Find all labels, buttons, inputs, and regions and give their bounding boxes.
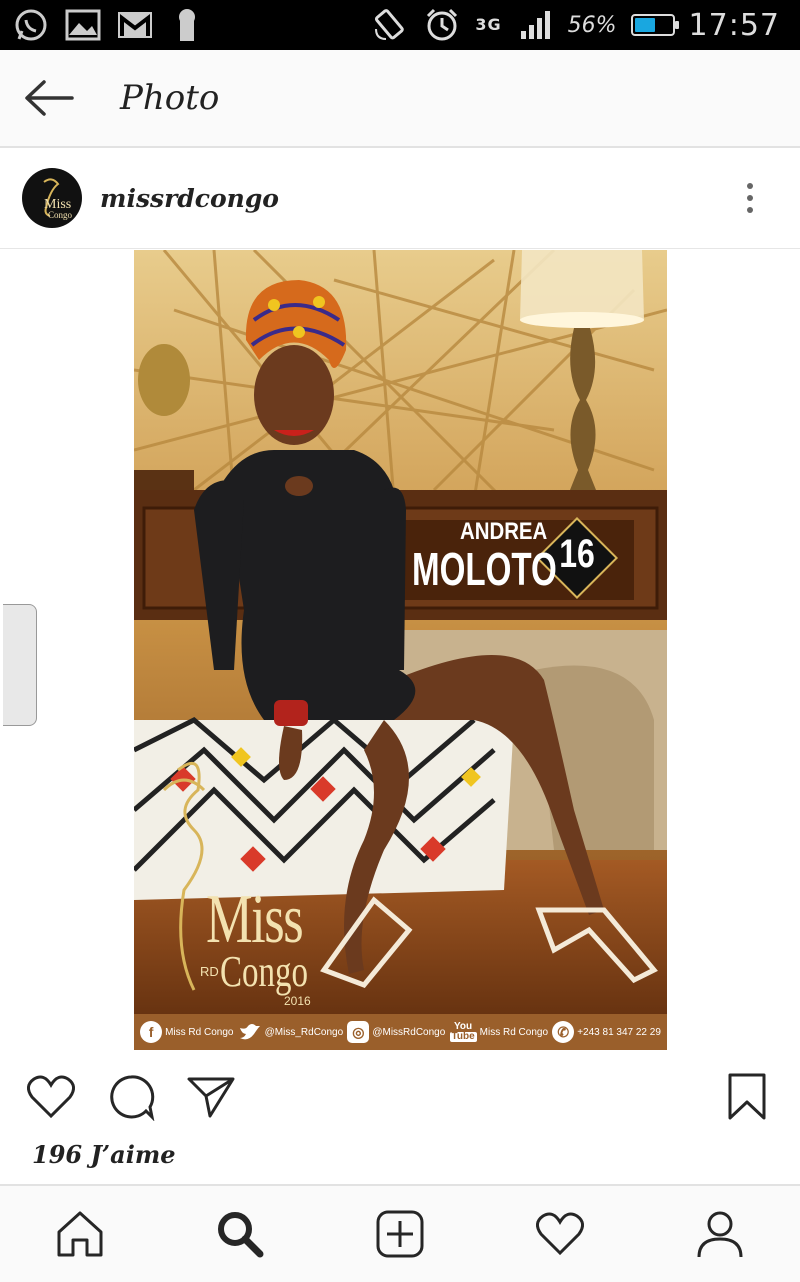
nav-home[interactable] — [40, 1194, 120, 1274]
comment-icon — [110, 1075, 155, 1121]
home-icon — [57, 1211, 103, 1257]
rotate-icon — [371, 6, 409, 44]
twitter-icon — [239, 1024, 260, 1040]
back-arrow-icon — [25, 80, 74, 116]
instagram-icon: ◎ — [347, 1021, 370, 1043]
whatsapp-icon — [12, 6, 50, 44]
like-button[interactable] — [26, 1072, 76, 1122]
search-icon — [218, 1212, 264, 1258]
more-vertical-icon — [747, 183, 753, 189]
social-youtube: You Tube Miss Rd Congo — [449, 1021, 549, 1042]
more-options-button[interactable] — [730, 178, 770, 218]
back-button[interactable] — [0, 50, 96, 146]
profile-icon — [697, 1211, 743, 1258]
miss-rd-congo-logo: Miss RD Congo 2016 — [148, 760, 348, 1010]
battery-percent: 56% — [567, 12, 617, 38]
facebook-icon: f — [140, 1021, 163, 1043]
youtube-icon: You Tube — [449, 1021, 477, 1042]
app-header: Photo — [0, 50, 800, 148]
brand-congo: Congo — [220, 947, 309, 996]
post-header: Miss Congo missrdcongo — [0, 148, 800, 249]
bookmark-button[interactable] — [722, 1072, 772, 1122]
signal-icon — [516, 6, 554, 44]
post-photo[interactable]: ANDREA MOLOTO 16 Miss RD Congo 2016 f Mi… — [134, 250, 667, 1050]
svg-text:Congo: Congo — [48, 210, 73, 220]
notification-icons — [0, 6, 206, 44]
avatar[interactable]: Miss Congo — [22, 168, 82, 228]
page-title: Photo — [120, 78, 220, 118]
battery-icon — [630, 14, 679, 36]
username[interactable]: missrdcongo — [100, 184, 279, 213]
status-bar: 3G 56% 17:57 — [0, 0, 800, 50]
nav-activity[interactable] — [520, 1194, 600, 1274]
comment-button[interactable] — [106, 1072, 156, 1122]
post-actions — [0, 1064, 800, 1130]
whatsapp-icon: ✆ — [552, 1021, 575, 1043]
keyhole-icon — [168, 6, 206, 44]
gallery-icon — [64, 6, 102, 44]
social-twitter: @Miss_RdCongo — [238, 1022, 343, 1042]
nav-search[interactable] — [200, 1194, 280, 1274]
contestant-last-name: MOLOTO — [412, 543, 557, 595]
social-strip: f Miss Rd Congo @Miss_RdCongo ◎ @MissRdC… — [134, 1014, 667, 1050]
bookmark-icon — [728, 1073, 766, 1120]
heart-icon — [27, 1075, 75, 1119]
brand-year: 2016 — [284, 994, 311, 1008]
battery-level — [634, 18, 655, 32]
clock: 17:57 — [688, 7, 780, 43]
contestant-number-badge: 16 — [537, 518, 617, 598]
activity-icon — [536, 1212, 584, 1256]
share-icon — [187, 1077, 235, 1118]
brand-rd: RD — [200, 964, 219, 979]
contestant-number: 16 — [559, 532, 595, 576]
likes-count[interactable]: 196 J’aime — [32, 1140, 176, 1169]
bottom-navigation — [0, 1184, 800, 1282]
nav-profile[interactable] — [680, 1194, 760, 1274]
alarm-icon — [423, 6, 461, 44]
gmail-icon — [116, 6, 154, 44]
social-whatsapp: ✆ +243 81 347 22 29 — [552, 1021, 661, 1043]
add-icon — [376, 1210, 424, 1258]
system-icons: 3G 56% 17:57 — [371, 6, 800, 44]
network-type: 3G — [475, 15, 502, 34]
nav-add[interactable] — [360, 1194, 440, 1274]
share-button[interactable] — [186, 1072, 236, 1122]
social-facebook: f Miss Rd Congo — [140, 1021, 233, 1043]
side-drawer-handle[interactable] — [3, 604, 37, 726]
social-instagram: ◎ @MissRdCongo — [347, 1021, 445, 1043]
